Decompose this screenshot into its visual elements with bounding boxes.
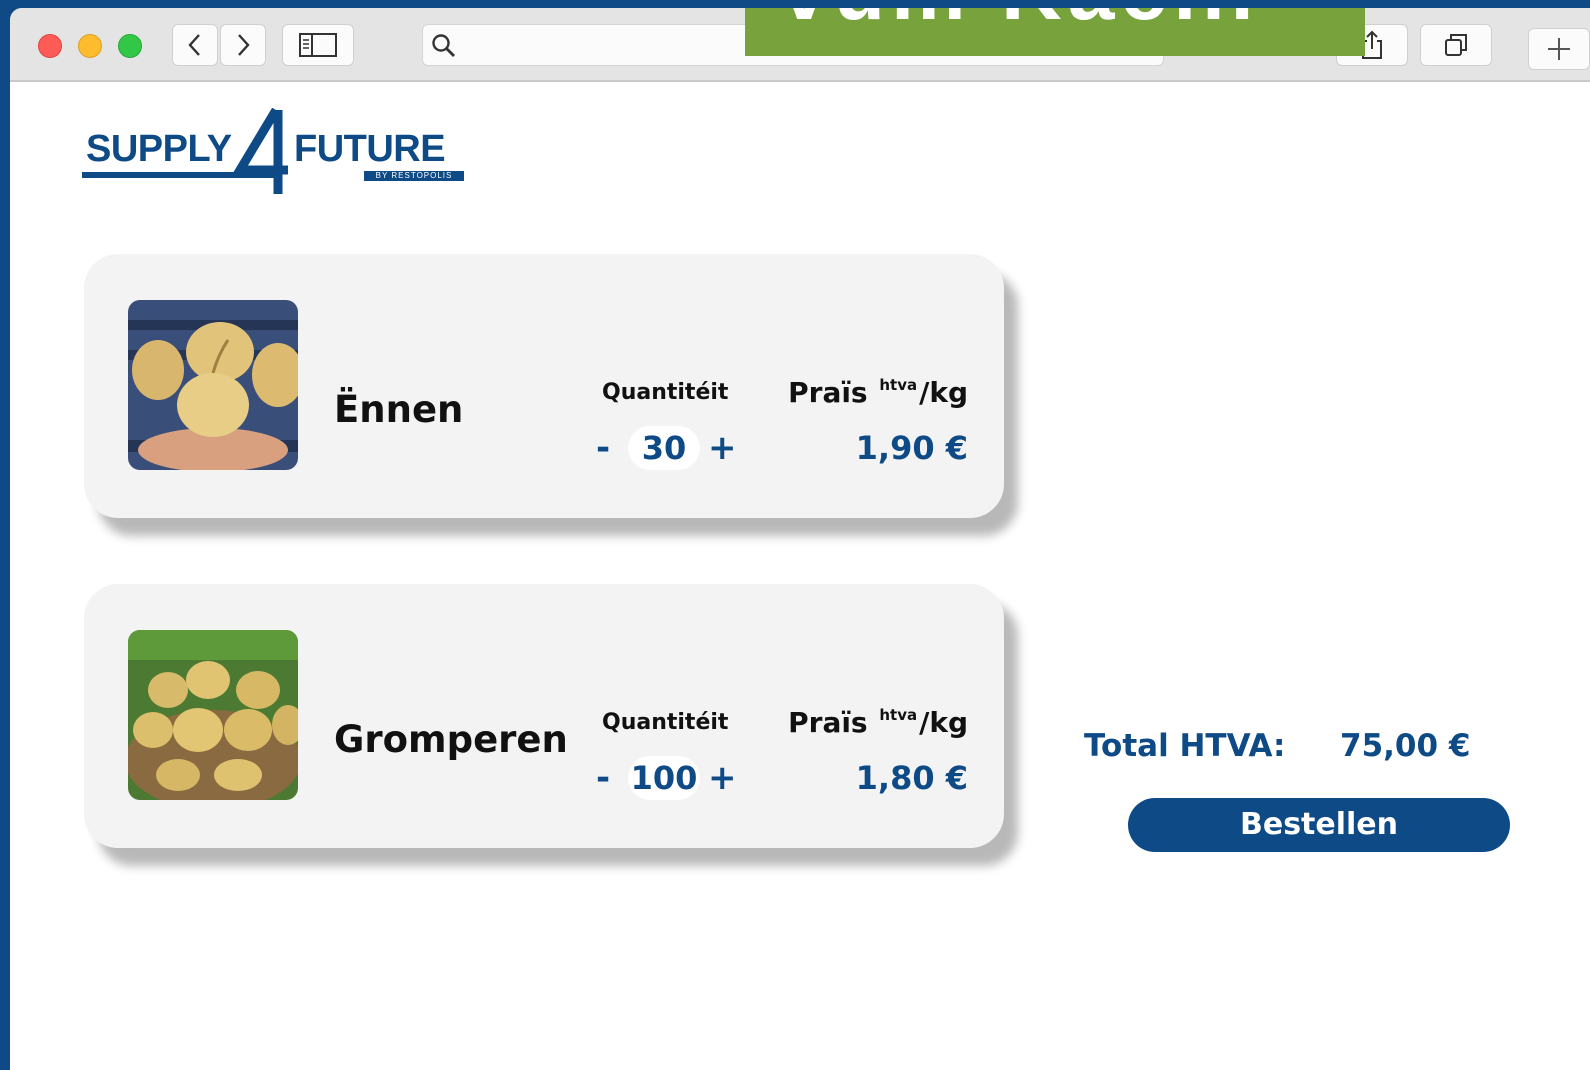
supply4future-logo: SUPPLY FUTURE BY RESTOPOLIS (82, 108, 467, 198)
quantity-label: Quantitéit (602, 380, 729, 405)
search-icon (432, 34, 455, 57)
quantity-stepper: - 30 + (596, 426, 737, 470)
sidebar-button[interactable] (282, 24, 354, 66)
decrease-button[interactable]: - (596, 756, 610, 800)
close-window-button[interactable] (38, 34, 62, 58)
price-value: 1,80 € (855, 759, 968, 797)
sidebar-icon (299, 33, 337, 57)
new-tab-icon (1548, 38, 1570, 60)
price-label: Praïs htva/kg (788, 376, 968, 409)
increase-button[interactable]: + (708, 756, 737, 800)
price-label-sup: htva (879, 706, 918, 724)
promo-banner: vum Kaen. (745, 8, 1365, 56)
product-card-gromperen: Gromperen Quantitéit - 100 + Praïs htva/… (84, 584, 1004, 848)
forward-icon (238, 34, 250, 56)
total-value: 75,00 € (1340, 728, 1471, 764)
minimize-window-button[interactable] (78, 34, 102, 58)
decrease-button[interactable]: - (596, 426, 610, 470)
browser-toolbar: vum Kaen. (10, 8, 1590, 82)
logo-word-future: FUTURE (294, 128, 446, 170)
logo-word-supply: SUPPLY (86, 128, 232, 170)
price-label-unit: /kg (919, 376, 968, 409)
logo-subtitle: BY RESTOPOLIS (364, 171, 464, 181)
order-button[interactable]: Bestellen (1128, 798, 1510, 852)
quantity-value[interactable]: 30 (628, 426, 700, 470)
quantity-stepper: - 100 + (596, 756, 737, 800)
browser-window: vum Kaen. SUPPLY FUTURE BY RESTOPOLIS (10, 8, 1590, 1070)
price-label-main: Praïs (788, 376, 868, 409)
price-value: 1,90 € (855, 429, 968, 467)
product-name: Gromperen (334, 718, 568, 761)
total-label: Total HTVA: (1084, 728, 1286, 764)
price-label: Praïs htva/kg (788, 706, 968, 739)
new-tab-button[interactable] (1528, 28, 1590, 70)
price-label-main: Praïs (788, 706, 868, 739)
quantity-value[interactable]: 100 (628, 756, 700, 800)
price-label-sup: htva (879, 376, 918, 394)
show-tabs-button[interactable] (1420, 24, 1492, 66)
product-image-onions (128, 300, 298, 470)
back-icon (188, 34, 200, 56)
forward-button[interactable] (220, 24, 266, 66)
increase-button[interactable]: + (708, 426, 737, 470)
price-label-unit: /kg (919, 706, 968, 739)
product-image-potatoes (128, 630, 298, 800)
logo-four-mark (232, 108, 288, 194)
quantity-label: Quantitéit (602, 710, 729, 735)
tabs-icon (1445, 34, 1467, 56)
banner-text: vum Kaen. (781, 8, 1260, 39)
product-card-ennen: Ënnen Quantitéit - 30 + Praïs htva/kg 1,… (84, 254, 1004, 518)
back-button[interactable] (172, 24, 218, 66)
zoom-window-button[interactable] (118, 34, 142, 58)
product-name: Ënnen (334, 388, 464, 431)
